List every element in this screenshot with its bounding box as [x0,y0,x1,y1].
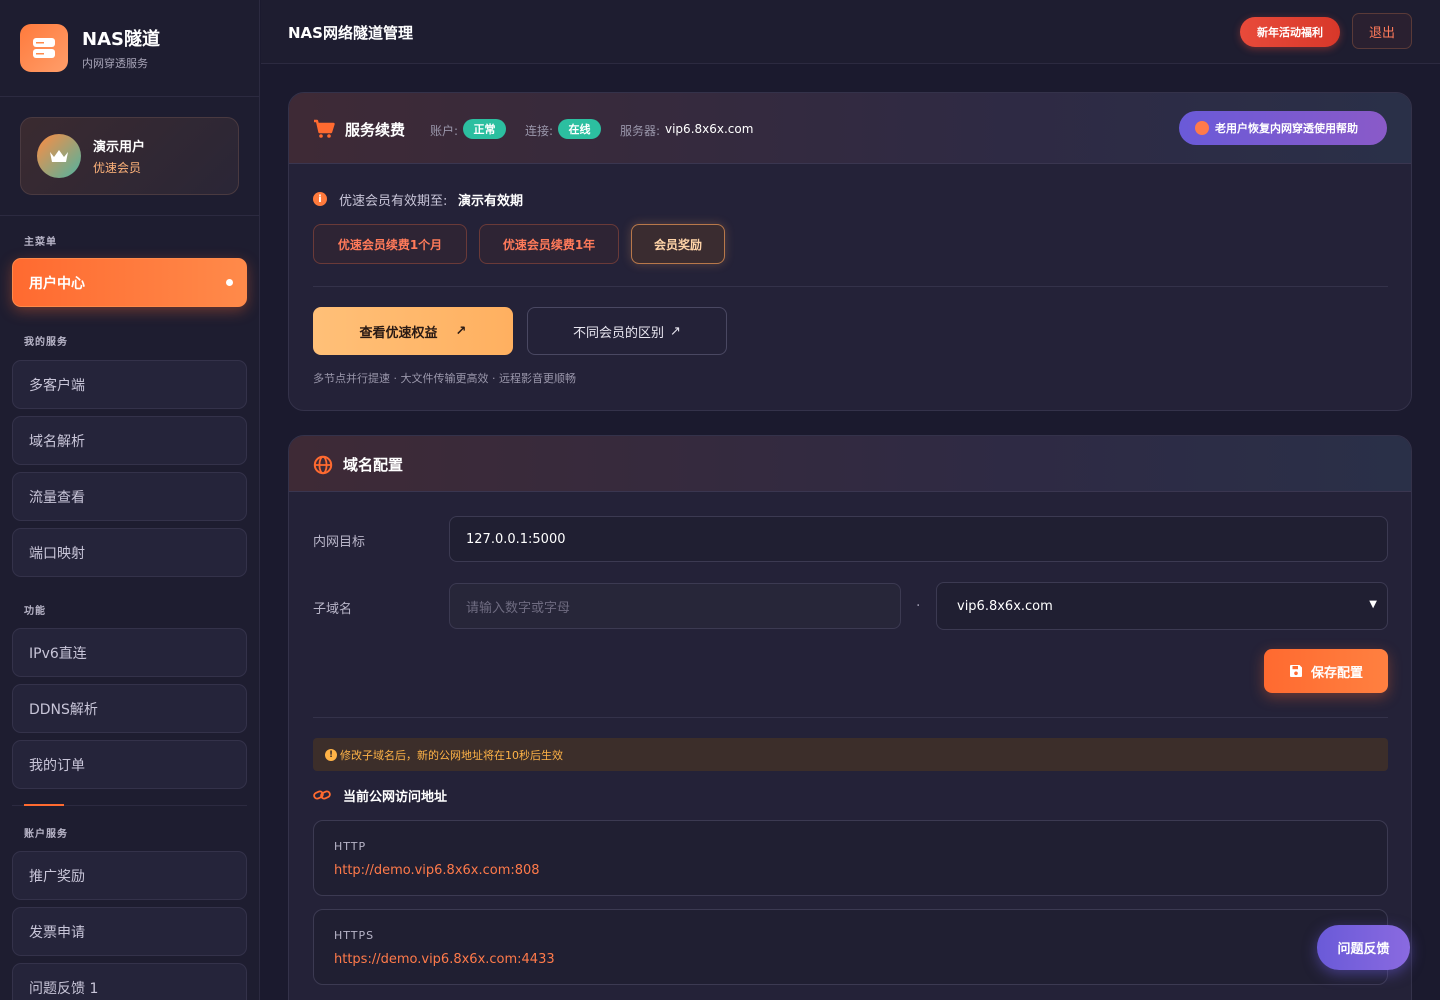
sidebar-item-label: IPv6直连 [29,645,87,662]
renew-1-month-button[interactable]: 优速会员续费1个月 [313,224,467,264]
subdomain-input[interactable]: 请输入数字或字母 [449,583,901,629]
cart-icon [313,119,335,143]
view-benefits-label: 查看优速权益 [359,325,438,341]
account-status-badge: 正常 [463,119,506,139]
sidebar-item-label: 域名解析 [29,433,85,450]
domain-title: 域名配置 [343,456,404,474]
http-url-box[interactable]: HTTP http://demo.vip6.8x6x.com:808 [313,820,1388,896]
protocol-label: HTTP [334,840,367,853]
connection-label: 连接: [525,124,554,138]
section-main: 主菜单 [24,237,57,248]
domain-select[interactable]: vip6.8x6x.com ▼ [936,582,1388,630]
link-icon [313,787,331,806]
help-icon [1195,121,1209,135]
https-url-box[interactable]: HTTPS https://demo.vip6.8x6x.com:4433 [313,909,1388,985]
save-config-button[interactable]: 保存配置 [1264,649,1388,693]
sidebar-item-multi-client[interactable]: 多客户端 [12,360,247,409]
feedback-float-button[interactable]: 问题反馈 [1317,925,1410,970]
expiry-label: 优速会员有效期至: [339,194,448,209]
compare-members-label: 不同会员的区别 [573,325,665,341]
sidebar-item-label: 推广奖励 [29,868,85,885]
promo-button[interactable]: 新年活动福利 [1240,17,1340,47]
chevron-down-icon: ▼ [1369,599,1377,610]
external-link-icon: ↗ [670,323,681,339]
user-name: 演示用户 [93,140,146,155]
sidebar-item-dns[interactable]: 域名解析 [12,416,247,465]
warning-text: 修改子域名后，新的公网地址将在10秒后生效 [340,748,563,762]
sidebar-item-ddns[interactable]: DDNS解析 [12,684,247,733]
divider [313,286,1388,287]
view-benefits-button[interactable]: 查看优速权益 ↗ [313,307,513,355]
connection-status-badge: 在线 [558,119,601,139]
domain-config-card: 域名配置 内网目标 127.0.0.1:5000 子域名 请输入数字或字母 . … [288,435,1412,1000]
sidebar-item-label: 多客户端 [29,377,85,394]
sidebar-item-port-mapping[interactable]: 端口映射 [12,528,247,577]
domain-separator: . [916,594,921,610]
user-card[interactable]: 演示用户 优速会员 [20,117,239,195]
crown-icon [37,134,81,178]
sidebar-item-label: DDNS解析 [29,701,98,718]
sidebar-item-feedback[interactable]: 问题反馈 1 [12,963,247,1000]
https-url-link[interactable]: https://demo.vip6.8x6x.com:4433 [334,952,555,967]
section-features: 功能 [24,606,46,617]
renewal-card-header: 服务续费 账户: 正常 连接: 在线 服务器: vip6.8x6x.com 老用… [289,93,1411,164]
sidebar-item-orders[interactable]: 我的订单 [12,740,247,789]
http-url-link[interactable]: http://demo.vip6.8x6x.com:808 [334,863,540,878]
subdomain-label: 子域名 [313,602,353,617]
renewal-title: 服务续费 [345,121,406,139]
domain-select-value: vip6.8x6x.com [957,598,1053,614]
sidebar-item-label: 发票申请 [29,924,85,941]
section-account: 账户服务 [24,829,68,840]
sidebar-item-label: 我的订单 [29,757,85,774]
target-label: 内网目标 [313,535,366,550]
sidebar-item-invoice[interactable]: 发票申请 [12,907,247,956]
brand-subtitle: 内网穿透服务 [82,57,148,70]
address-title: 当前公网访问地址 [343,790,448,805]
sidebar-item-referral[interactable]: 推广奖励 [12,851,247,900]
save-icon [1289,665,1302,677]
sidebar-item-user-center[interactable]: 用户中心 [12,258,247,307]
benefits-hint: 多节点并行提速 · 大文件传输更高效 · 远程影音更顺畅 [313,372,576,385]
sidebar-item-traffic[interactable]: 流量查看 [12,472,247,521]
sidebar: NAS隧道 内网穿透服务 演示用户 优速会员 主菜单 用户中心 我的服务 多客户… [0,0,260,1000]
expiry-value: 演示有效期 [458,194,524,209]
protocol-label: HTTPS [334,929,375,942]
brand-name: NAS隧道 [82,29,160,50]
globe-icon [313,455,333,479]
renewal-card: 服务续费 账户: 正常 连接: 在线 服务器: vip6.8x6x.com 老用… [288,92,1412,411]
divider [313,717,1388,718]
server-label: 服务器: [620,124,661,138]
warning-banner: ! 修改子域名后，新的公网地址将在10秒后生效 [313,738,1388,771]
sidebar-item-label: 用户中心 [29,275,85,292]
sidebar-item-label: 流量查看 [29,489,85,506]
member-reward-button[interactable]: 会员奖励 [631,224,725,264]
target-input[interactable]: 127.0.0.1:5000 [449,516,1388,562]
sidebar-item-label: 问题反馈 1 [29,980,99,997]
server-icon [20,24,68,72]
server-value: vip6.8x6x.com [665,122,754,136]
section-services: 我的服务 [24,337,68,348]
renew-1-year-button[interactable]: 优速会员续费1年 [479,224,619,264]
warning-icon: ! [325,748,337,761]
external-link-icon: ↗ [455,323,467,339]
domain-card-header: 域名配置 [289,436,1411,492]
top-bar: NAS网络隧道管理 新年活动福利 退出 [261,0,1440,64]
divider-accent [24,804,64,806]
sidebar-item-label: 端口映射 [29,545,85,562]
save-config-label: 保存配置 [1310,665,1363,681]
restore-help-label: 老用户恢复内网穿透使用帮助 [1215,122,1358,135]
info-icon: i [313,192,327,206]
account-label: 账户: [430,124,459,138]
active-dot-icon [226,279,233,286]
logout-button[interactable]: 退出 [1352,13,1412,49]
compare-members-button[interactable]: 不同会员的区别 ↗ [527,307,727,355]
brand: NAS隧道 内网穿透服务 [0,0,259,97]
page-title: NAS网络隧道管理 [288,24,413,42]
sidebar-item-ipv6[interactable]: IPv6直连 [12,628,247,677]
restore-help-button[interactable]: 老用户恢复内网穿透使用帮助 [1179,111,1387,145]
user-level: 优速会员 [93,161,142,175]
